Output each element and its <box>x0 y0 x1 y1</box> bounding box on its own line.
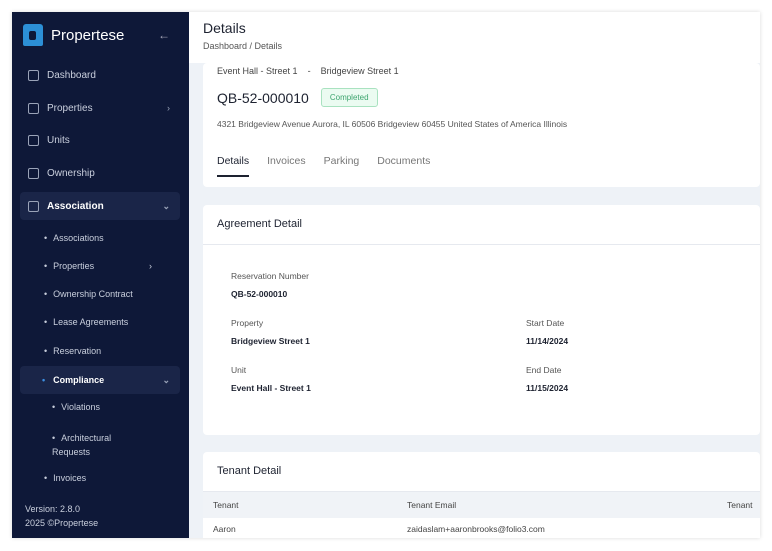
sidebar-sub-lease-agreements[interactable]: Lease Agreements <box>44 317 128 327</box>
sidebar: Propertese ← Dashboard Properties › Units… <box>12 12 189 538</box>
field-start-date: Start Date 11/14/2024 <box>526 318 568 346</box>
sidebar-item-association[interactable]: Association ⌄ <box>20 192 180 220</box>
tabs: Details Invoices Parking Documents <box>217 155 746 177</box>
cell: zaidaslam+aaronbrooks@folio3.com <box>407 524 545 534</box>
label: Properties <box>47 102 93 114</box>
table-row[interactable]: Aaron zaidaslam+aaronbrooks@folio3.com <box>203 518 760 538</box>
separator: - <box>307 66 311 76</box>
app: Propertese ← Dashboard Properties › Units… <box>12 12 760 538</box>
column-header: Tenant Email <box>407 500 457 510</box>
field-property: Property Bridgeview Street 1 <box>231 318 310 346</box>
brand-name: Propertese <box>51 26 125 44</box>
handshake-icon <box>28 167 39 179</box>
label: Reservation Number <box>231 271 309 281</box>
version-info: Version: 2.8.0 2025 ©Propertese <box>25 502 98 530</box>
sidebar-sub-compliance[interactable]: • Compliance ⌄ <box>20 366 180 394</box>
label: Ownership <box>47 167 95 179</box>
reservation-id: QB-52-000010 <box>217 89 309 106</box>
chevron-right-icon: › <box>167 103 170 113</box>
tab-documents[interactable]: Documents <box>377 155 430 177</box>
value: Bridgeview Street 1 <box>231 336 310 346</box>
status-badge: Completed <box>320 88 378 107</box>
label: End Date <box>526 365 562 375</box>
sidebar-sub-invoices[interactable]: Invoices <box>44 473 86 483</box>
grid-icon <box>28 69 39 81</box>
section-title: Tenant Detail <box>203 452 760 492</box>
version: Version: 2.8.0 <box>25 504 81 514</box>
column-header: Tenant <box>213 500 239 510</box>
brand[interactable]: Propertese <box>23 24 124 46</box>
sidebar-sub-violations[interactable]: Violations <box>52 402 100 412</box>
cell: Aaron <box>213 524 236 534</box>
label: Properties <box>53 261 95 271</box>
label: Units <box>47 134 70 146</box>
field-reservation-number: Reservation Number QB-52-000010 <box>231 271 309 299</box>
label: Association <box>47 200 104 212</box>
sidebar-sub-properties[interactable]: Properties › <box>44 261 152 271</box>
label: Compliance <box>53 375 105 385</box>
chevron-down-icon: ⌄ <box>162 374 170 385</box>
bullet: • <box>42 375 46 385</box>
unit-property: Event Hall - Street 1 - Bridgeview Stree… <box>217 66 746 76</box>
summary-card: Event Hall - Street 1 - Bridgeview Stree… <box>203 63 760 187</box>
agreement-detail-card: Agreement Detail Reservation Number QB-52… <box>203 205 760 435</box>
tab-invoices[interactable]: Invoices <box>267 155 306 177</box>
label: Dashboard <box>47 69 96 81</box>
field-end-date: End Date 11/15/2024 <box>526 365 568 393</box>
address: 4321 Bridgeview Avenue Aurora, IL 60506 … <box>217 119 568 129</box>
tab-details[interactable]: Details <box>217 155 250 177</box>
value: QB-52-000010 <box>231 289 288 299</box>
sidebar-sub-reservation[interactable]: Reservation <box>44 346 101 356</box>
label: Start Date <box>526 318 565 328</box>
field-unit: Unit Event Hall - Street 1 <box>231 365 311 393</box>
section-title: Agreement Detail <box>203 205 760 245</box>
label: Property <box>231 318 264 328</box>
breadcrumb[interactable]: Dashboard / Details <box>203 41 746 51</box>
value: 11/14/2024 <box>526 336 569 346</box>
sidebar-item-dashboard[interactable]: Dashboard <box>20 61 180 89</box>
table-header: Tenant Tenant Email Tenant <box>203 492 760 518</box>
page-title: Details <box>203 20 246 36</box>
building-icon <box>28 102 39 114</box>
sidebar-sub-ownership-contract[interactable]: Ownership Contract <box>44 289 133 299</box>
logo-icon <box>23 24 43 46</box>
tenant-detail-card: Tenant Detail Tenant Tenant Email Tenant A… <box>203 452 760 538</box>
collapse-sidebar-icon[interactable]: ← <box>158 28 170 42</box>
copyright: 2025 ©Propertese <box>25 518 99 528</box>
document-icon <box>28 200 39 212</box>
column-header: Tenant <box>727 500 753 510</box>
chevron-right-icon: › <box>149 261 152 271</box>
sidebar-sub-architectural-requests[interactable]: Architectural Requests <box>52 431 132 459</box>
sidebar-item-units[interactable]: Units <box>20 126 180 154</box>
page-header: Details Dashboard / Details <box>189 12 760 63</box>
tab-parking[interactable]: Parking <box>324 155 360 177</box>
unit: Event Hall - Street 1 <box>217 66 298 76</box>
value: Event Hall - Street 1 <box>231 383 311 393</box>
sidebar-sub-associations[interactable]: Associations <box>44 233 104 243</box>
units-icon <box>28 134 39 146</box>
label: Unit <box>231 365 247 375</box>
chevron-down-icon: ⌄ <box>162 200 170 211</box>
sidebar-item-properties[interactable]: Properties › <box>20 94 180 122</box>
value: 11/15/2024 <box>526 383 569 393</box>
sidebar-item-ownership[interactable]: Ownership <box>20 159 180 187</box>
property: Bridgeview Street 1 <box>320 66 399 76</box>
